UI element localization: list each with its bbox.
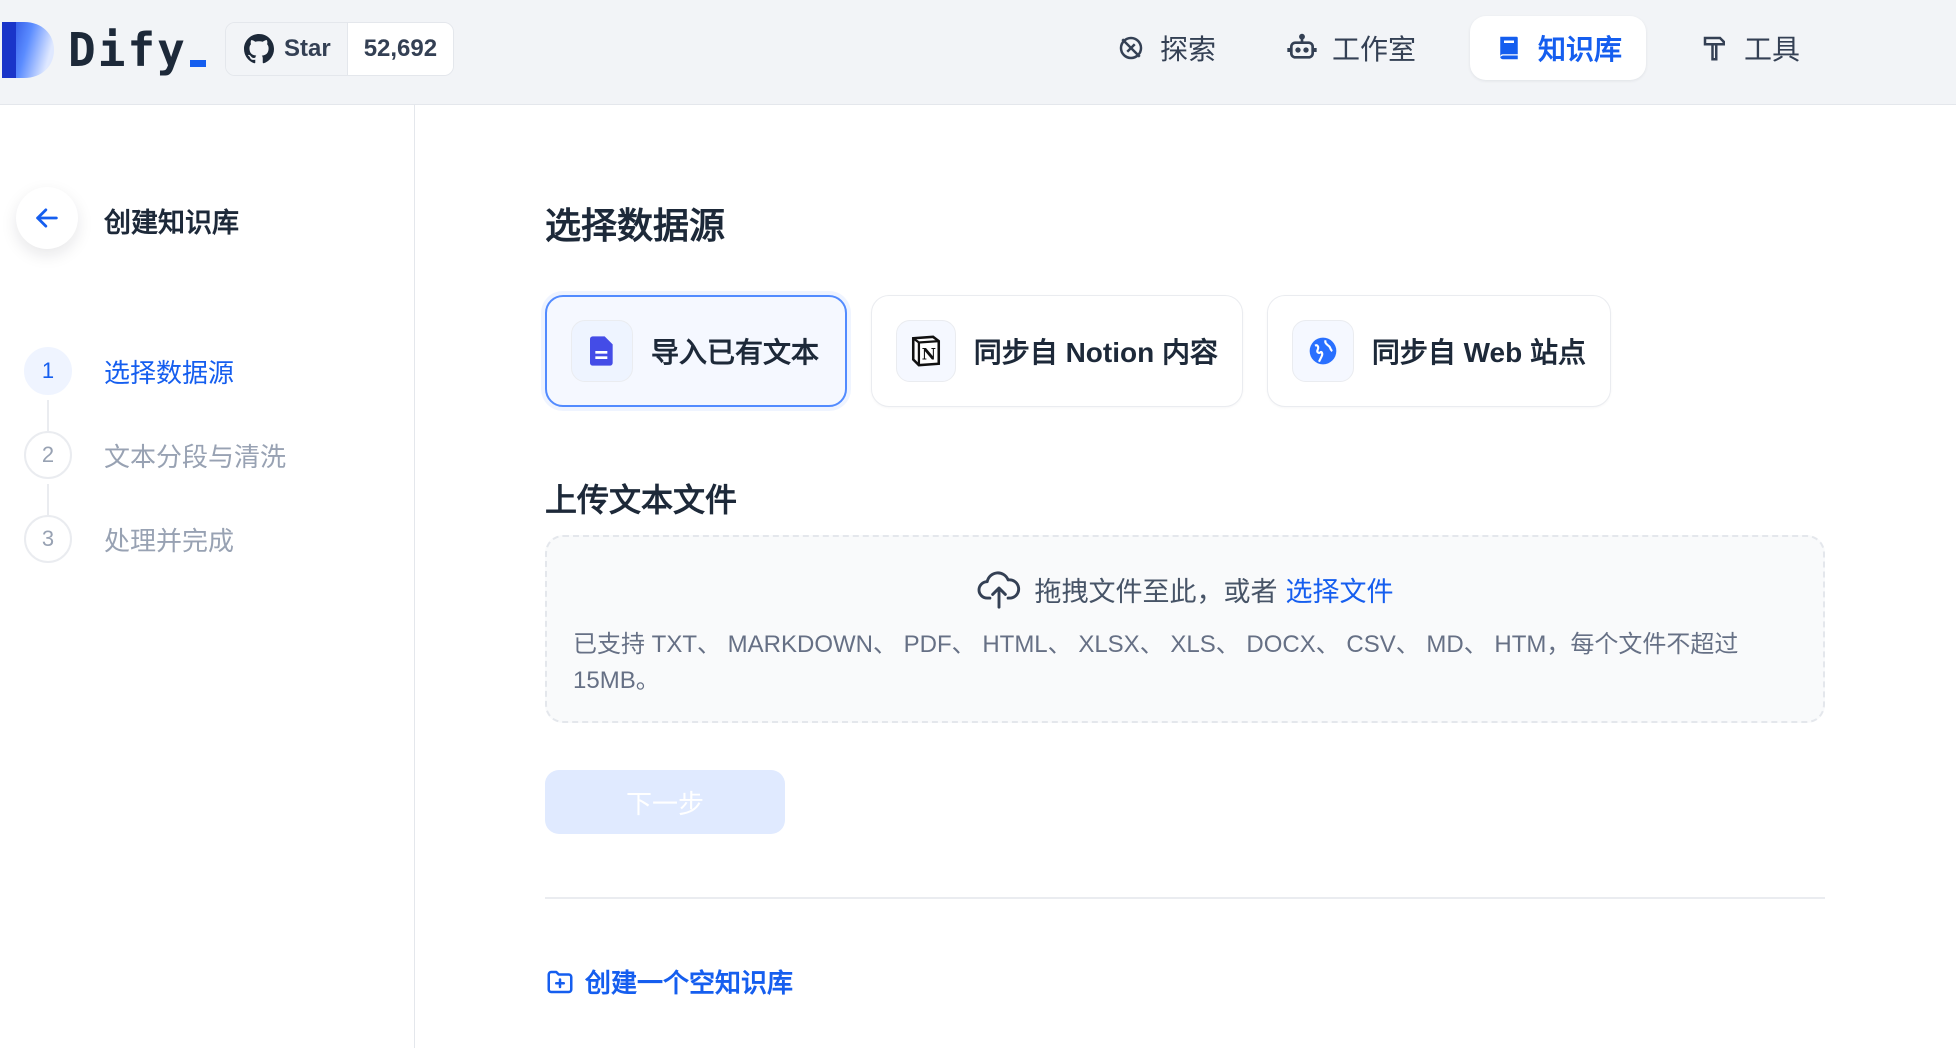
select-file-link[interactable]: 选择文件 — [1286, 570, 1394, 609]
step-number: 2 — [24, 431, 72, 479]
source-notion-sync[interactable]: N 同步自 Notion 内容 — [871, 295, 1243, 407]
create-empty-knowledge-label: 创建一个空知识库 — [585, 968, 794, 998]
source-icon-wrap: N — [896, 320, 956, 382]
page-title: 选择数据源 — [545, 205, 726, 246]
book-icon — [1500, 36, 1518, 60]
step-select-source: 1 选择数据源 — [24, 347, 234, 395]
globe-icon — [1309, 337, 1337, 365]
nav-studio-label: 工作室 — [1332, 34, 1417, 65]
nav-tools[interactable]: 工具 — [1676, 16, 1824, 80]
step-label: 文本分段与清洗 — [104, 441, 287, 472]
supported-formats-hint: 已支持 TXT、 MARKDOWN、 PDF、 HTML、 XLSX、 XLS、… — [573, 631, 1739, 694]
source-label: 导入已有文本 — [651, 337, 820, 368]
create-sidebar: 创建知识库 1 选择数据源 2 文本分段与清洗 3 处理并完成 — [0, 105, 415, 1048]
back-button[interactable] — [16, 187, 78, 249]
source-label: 同步自 Web 站点 — [1371, 337, 1586, 368]
dify-logo[interactable]: Dify — [0, 18, 206, 82]
file-icon — [590, 336, 613, 366]
step-process-finish: 3 处理并完成 — [24, 515, 234, 563]
arrow-left-icon — [36, 208, 58, 228]
source-import-text[interactable]: 导入已有文本 — [545, 295, 847, 407]
nav-knowledge[interactable]: 知识库 — [1470, 16, 1647, 80]
explore-icon — [1119, 36, 1143, 60]
robot-icon — [1287, 33, 1317, 59]
logo-wordmark: Dify — [68, 23, 206, 77]
github-star-count[interactable]: 52,692 — [347, 23, 454, 75]
github-star-button[interactable]: Star — [226, 23, 348, 75]
hammer-icon — [1703, 36, 1725, 61]
upload-section-title: 上传文本文件 — [545, 482, 738, 518]
upload-cloud-icon — [977, 571, 1020, 609]
create-empty-knowledge-link[interactable]: 创建一个空知识库 — [545, 963, 793, 1000]
nav-explore-label: 探索 — [1160, 34, 1217, 65]
step-label: 处理并完成 — [104, 525, 235, 556]
nav-tools-label: 工具 — [1744, 34, 1801, 65]
next-step-button[interactable]: 下一步 — [545, 770, 785, 834]
nav-studio[interactable]: 工作室 — [1262, 16, 1440, 80]
source-web-sync[interactable]: 同步自 Web 站点 — [1267, 295, 1611, 407]
svg-text:N: N — [922, 345, 936, 364]
dropzone-text: 拖拽文件至此，或者 — [1034, 576, 1278, 607]
step-segment-clean: 2 文本分段与清洗 — [24, 431, 286, 479]
step-number: 1 — [24, 347, 72, 395]
source-icon-wrap — [1292, 320, 1354, 382]
folder-plus-icon — [547, 970, 573, 993]
dify-logo-mark-icon — [0, 20, 56, 80]
top-header: Dify Star 52,692 探索 工作室 知识库 工具 — [0, 0, 1956, 105]
dropzone-prompt: 拖拽文件至此，或者 选择文件 — [547, 569, 1823, 609]
github-icon — [244, 34, 274, 64]
step-number: 3 — [24, 515, 72, 563]
notion-icon: N — [911, 335, 940, 367]
sidebar-title: 创建知识库 — [104, 208, 239, 238]
source-icon-wrap — [571, 320, 633, 382]
github-star-widget[interactable]: Star 52,692 — [225, 22, 455, 76]
step-connector — [47, 400, 49, 432]
github-star-label: Star — [284, 35, 331, 62]
step-label: 选择数据源 — [104, 357, 235, 388]
section-divider — [545, 897, 1825, 899]
nav-knowledge-label: 知识库 — [1538, 34, 1623, 65]
nav-explore[interactable]: 探索 — [1092, 16, 1240, 80]
step-connector — [47, 484, 49, 516]
source-label: 同步自 Notion 内容 — [973, 337, 1218, 368]
file-dropzone[interactable]: 拖拽文件至此，或者 选择文件 已支持 TXT、 MARKDOWN、 PDF、 H… — [545, 535, 1825, 723]
